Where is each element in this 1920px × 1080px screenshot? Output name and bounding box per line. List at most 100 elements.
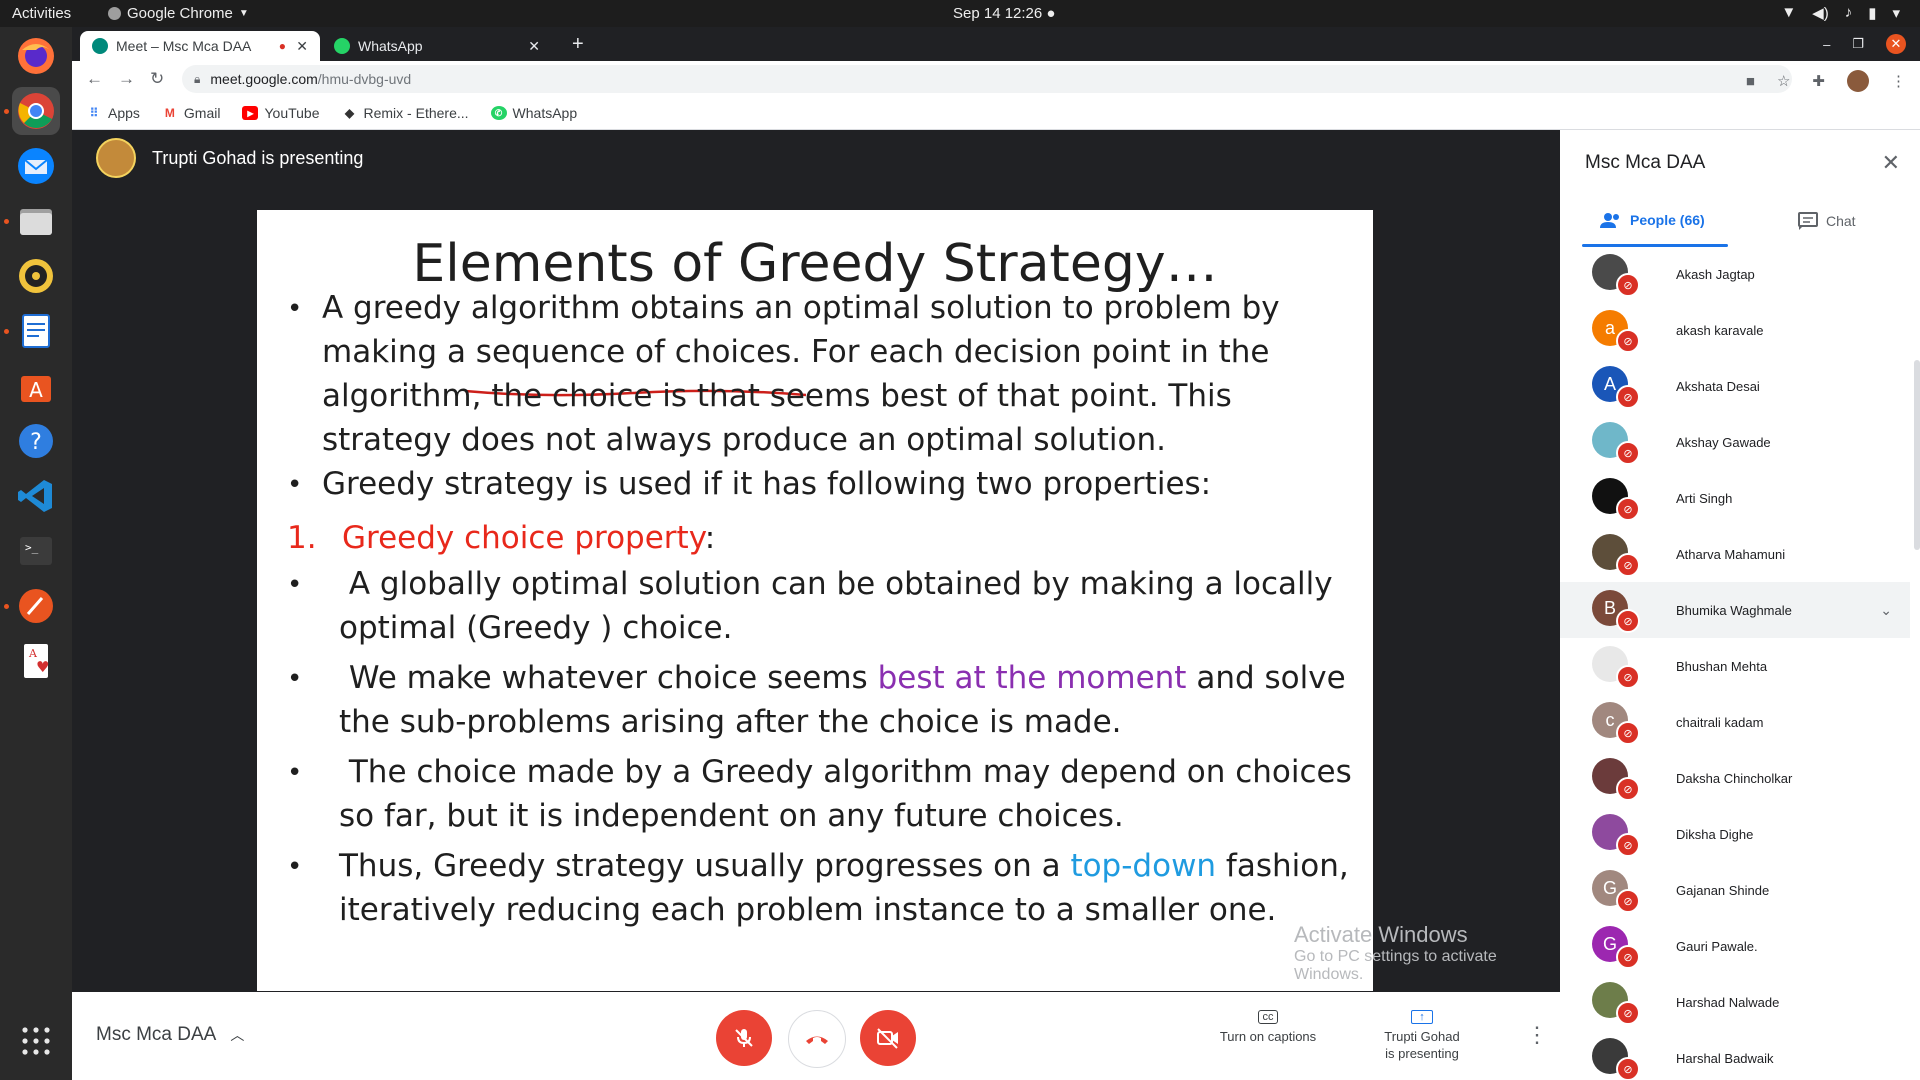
colon: : bbox=[704, 520, 716, 556]
meet-stage: Trupti Gohad is presenting Elements of G… bbox=[72, 130, 1560, 1080]
mic-muted-icon: ⊘ bbox=[1616, 721, 1640, 745]
cards-icon[interactable]: A ♥ bbox=[12, 637, 60, 685]
app-menu[interactable]: Google Chrome ▼ bbox=[108, 5, 249, 22]
camera-indicator-icon[interactable]: ■ bbox=[1746, 73, 1755, 90]
participant-row[interactable]: ⊘ Harshad Nalwade bbox=[1560, 974, 1910, 1030]
help-icon[interactable]: ? bbox=[12, 417, 60, 465]
participant-row[interactable]: c ⊘ chaitrali kadam bbox=[1560, 694, 1910, 750]
profile-avatar[interactable] bbox=[1847, 70, 1869, 92]
participant-row[interactable]: ⊘ Harshal Badwaik bbox=[1560, 1030, 1910, 1080]
participant-row[interactable]: ⊘ Akash Jagtap bbox=[1560, 248, 1910, 302]
extensions-puzzle-icon[interactable]: ✚ bbox=[1812, 72, 1825, 90]
expand-chevron-icon[interactable]: ⌄ bbox=[1880, 602, 1892, 619]
software-icon[interactable]: A bbox=[12, 362, 60, 410]
close-tab-icon[interactable]: ✕ bbox=[296, 38, 308, 55]
participant-row[interactable]: ⊘ Diksha Dighe bbox=[1560, 806, 1910, 862]
bookmark-label: WhatsApp bbox=[512, 105, 578, 121]
back-icon[interactable]: ← bbox=[86, 69, 103, 89]
participant-name: Bhumika Waghmale bbox=[1676, 602, 1792, 618]
mic-muted-icon: ⊘ bbox=[1616, 833, 1640, 857]
tab-chat[interactable]: Chat bbox=[1798, 212, 1856, 230]
system-top-bar: Activities Google Chrome ▼ Sep 14 12:26 … bbox=[0, 0, 1920, 27]
forward-icon[interactable]: → bbox=[118, 69, 135, 89]
restore-icon[interactable]: ❐ bbox=[1852, 36, 1864, 52]
apps-grid-icon[interactable] bbox=[12, 1017, 60, 1065]
participant-row[interactable]: G ⊘ Gajanan Shinde bbox=[1560, 862, 1910, 918]
tab-whatsapp[interactable]: WhatsApp ✕ bbox=[322, 31, 552, 61]
participant-row[interactable]: A ⊘ Akshata Desai bbox=[1560, 358, 1910, 414]
participant-row[interactable]: ⊘ Bhushan Mehta bbox=[1560, 638, 1910, 694]
slide-line: A greedy algorithm obtains an optimal so… bbox=[322, 290, 1280, 326]
chrome-icon[interactable] bbox=[12, 87, 60, 135]
mic-muted-icon: ⊘ bbox=[1616, 553, 1640, 577]
dock: A ? >_ A ♥ bbox=[0, 27, 72, 1080]
chevron-up-icon: ︿ bbox=[230, 1027, 245, 1043]
thunderbird-icon[interactable] bbox=[12, 142, 60, 190]
bookmark-whatsapp[interactable]: ✆ WhatsApp bbox=[490, 105, 578, 121]
microphone-icon: ♪ bbox=[1844, 4, 1853, 21]
participant-name: chaitrali kadam bbox=[1676, 714, 1764, 730]
panel-scrollbar[interactable] bbox=[1914, 360, 1920, 550]
tab-strip: Meet – Msc Mca DAA ● ✕ WhatsApp ✕ + – ❐ … bbox=[72, 27, 1920, 61]
bookmark-youtube[interactable]: ▶ YouTube bbox=[242, 105, 320, 121]
slide-line: making a sequence of choices. For each d… bbox=[322, 334, 1270, 370]
close-tab-icon[interactable]: ✕ bbox=[528, 38, 540, 55]
leave-call-button[interactable] bbox=[788, 1010, 846, 1068]
slide-line: the sub-problems arising after the choic… bbox=[339, 704, 1122, 740]
mic-muted-icon: ⊘ bbox=[1616, 889, 1640, 913]
address-bar[interactable]: 🔒︎ meet.google.com/hmu-dvbg-uvd bbox=[182, 65, 1792, 93]
system-tray[interactable]: ▼ ◀) ♪ ▮ ▾ bbox=[1781, 4, 1900, 22]
participant-row[interactable]: a ⊘ akash karavale bbox=[1560, 302, 1910, 358]
tab-whatsapp-label: WhatsApp bbox=[358, 38, 423, 54]
battery-icon: ▮ bbox=[1868, 5, 1877, 22]
bullet-icon: • bbox=[287, 664, 303, 694]
slide-line: Greedy choice property: bbox=[342, 516, 715, 560]
participant-row[interactable]: ⊘ Arti Singh bbox=[1560, 470, 1910, 526]
minimize-icon[interactable]: – bbox=[1823, 37, 1830, 52]
participant-name: Akshata Desai bbox=[1676, 378, 1760, 394]
inkscape-icon[interactable] bbox=[12, 582, 60, 630]
window-controls: – ❐ ✕ bbox=[1823, 34, 1906, 54]
rhythmbox-icon[interactable] bbox=[12, 252, 60, 300]
tab-people[interactable]: People (66) bbox=[1600, 212, 1705, 228]
camera-toggle-button[interactable] bbox=[860, 1010, 916, 1066]
running-indicator-icon bbox=[4, 604, 9, 609]
captions-button[interactable]: cc Turn on captions bbox=[1208, 1010, 1328, 1045]
browser-menu-icon[interactable]: ⋮ bbox=[1891, 72, 1906, 90]
participant-row[interactable]: ⊘ Akshay Gawade bbox=[1560, 414, 1910, 470]
bookmark-apps[interactable]: ⠿ Apps bbox=[86, 105, 140, 121]
bookmark-gmail[interactable]: M Gmail bbox=[162, 105, 221, 121]
activities-button[interactable]: Activities bbox=[12, 5, 71, 22]
files-icon[interactable] bbox=[12, 197, 60, 245]
presenting-button[interactable]: ↑ Trupti Gohad is presenting bbox=[1362, 1010, 1482, 1062]
present-screen-icon: ↑ bbox=[1411, 1010, 1433, 1024]
volume-icon: ◀) bbox=[1812, 5, 1829, 22]
meeting-details-button[interactable]: Msc Mca DAA ︿ bbox=[96, 1024, 244, 1046]
new-tab-icon[interactable]: + bbox=[572, 33, 584, 56]
remix-icon: ◆ bbox=[344, 106, 355, 120]
terminal-icon[interactable]: >_ bbox=[12, 527, 60, 575]
bookmark-star-icon[interactable]: ☆ bbox=[1777, 72, 1790, 90]
vscode-icon[interactable] bbox=[12, 472, 60, 520]
writer-icon[interactable] bbox=[12, 307, 60, 355]
participant-row[interactable]: ⊘ Atharva Mahamuni bbox=[1560, 526, 1910, 582]
highlight-text: top-down bbox=[1070, 848, 1217, 884]
participant-row[interactable]: ⊘ Daksha Chincholkar bbox=[1560, 750, 1910, 806]
clock[interactable]: Sep 14 12:26 ● bbox=[953, 5, 1055, 22]
reload-icon[interactable]: ↻ bbox=[150, 69, 164, 89]
svg-text:?: ? bbox=[30, 430, 42, 455]
bookmark-remix[interactable]: ◆ Remix - Ethere... bbox=[342, 105, 469, 121]
participant-list: ⊘ Akash Jagtap a ⊘ akash karavale A ⊘ Akshata D… bbox=[1560, 248, 1920, 1080]
close-window-icon[interactable]: ✕ bbox=[1886, 34, 1906, 54]
more-options-icon[interactable]: ⋮ bbox=[1526, 1022, 1548, 1048]
whatsapp-favicon-icon bbox=[334, 38, 350, 54]
firefox-icon[interactable] bbox=[12, 32, 60, 80]
close-panel-icon[interactable]: ✕ bbox=[1882, 150, 1900, 176]
closed-captions-icon: cc bbox=[1258, 1010, 1278, 1024]
participant-row[interactable]: B ⊘ Bhumika Waghmale ⌄ bbox=[1560, 582, 1910, 638]
tab-meet[interactable]: Meet – Msc Mca DAA ● ✕ bbox=[80, 31, 320, 61]
participant-row[interactable]: G ⊘ Gauri Pawale. bbox=[1560, 918, 1910, 974]
mic-off-icon bbox=[735, 1029, 753, 1047]
line-text: Thus, Greedy strategy usually progresses… bbox=[339, 848, 1071, 884]
microphone-toggle-button[interactable] bbox=[716, 1010, 772, 1066]
